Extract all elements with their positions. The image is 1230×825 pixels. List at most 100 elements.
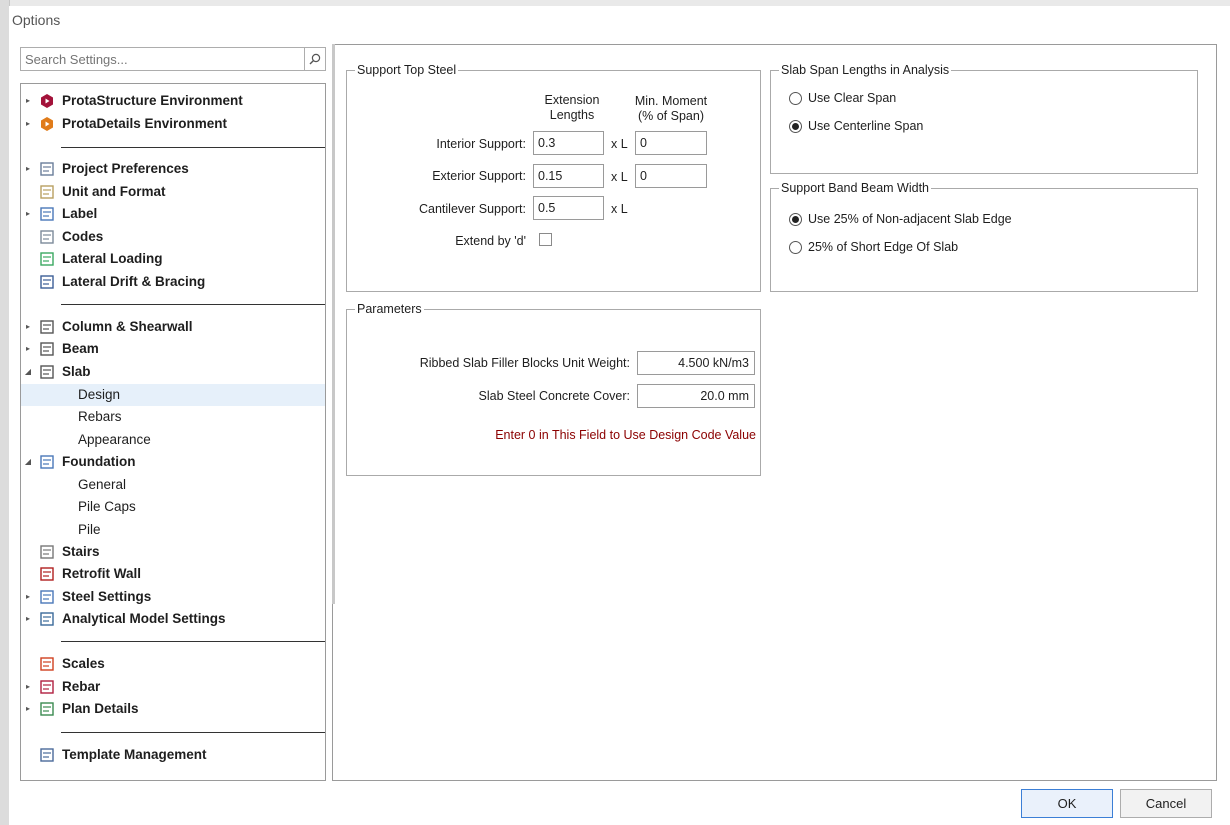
splitter[interactable]	[332, 44, 335, 604]
non-adjacent-edge-label[interactable]: Use 25% of Non-adjacent Slab Edge	[808, 212, 1012, 226]
tree-item-label: Lateral Drift & Bracing	[62, 274, 206, 289]
protastructure-icon	[39, 93, 55, 109]
group-legend: Parameters	[355, 302, 424, 316]
tree-item-label: Project Preferences	[62, 161, 189, 176]
interior-min-moment-field[interactable]: 0	[635, 131, 707, 155]
unit-format-icon	[39, 184, 55, 200]
expand-arrow-icon[interactable]: ▸	[23, 203, 33, 225]
rebar-icon	[39, 679, 55, 695]
clear-span-radio[interactable]	[789, 92, 802, 105]
foundation-icon	[39, 454, 55, 470]
tree-item-label: Stairs	[62, 544, 100, 559]
clear-span-label[interactable]: Use Clear Span	[808, 91, 896, 105]
slab-icon	[39, 364, 55, 380]
tree-item-label: Unit and Format	[62, 184, 166, 199]
plan-details-icon	[39, 701, 55, 717]
exterior-extension-field[interactable]: 0.15	[533, 164, 604, 188]
tree-item-label: ProtaStructure Environment	[62, 93, 243, 108]
analytical-model-icon	[39, 611, 55, 627]
tree-separator	[61, 304, 325, 305]
tree-item-label: Scales	[62, 656, 105, 671]
tree-item-label: Codes	[62, 229, 104, 244]
tree-item-label: Design	[78, 387, 121, 402]
preferences-icon	[39, 161, 55, 177]
group-legend: Slab Span Lengths in Analysis	[779, 63, 952, 77]
interior-unit: x L	[611, 137, 628, 151]
tree-item-label: General	[78, 477, 127, 492]
collapse-arrow-icon[interactable]: ◢	[23, 451, 33, 473]
tree-item-label: Beam	[62, 341, 99, 356]
centerline-span-radio[interactable]	[789, 120, 802, 133]
tree-item-label: Rebar	[62, 679, 101, 694]
column-icon	[39, 319, 55, 335]
filler-weight-field[interactable]: 4.500 kN/m3	[637, 351, 755, 375]
search-box	[20, 47, 326, 71]
extend-by-d-label: Extend by 'd'	[455, 234, 526, 248]
exterior-min-moment-field[interactable]: 0	[635, 164, 707, 188]
search-input[interactable]	[21, 49, 305, 69]
tree-item-label: Steel Settings	[62, 589, 152, 604]
tree-item-label: Label	[62, 206, 98, 221]
tree-item-label: Template Management	[62, 747, 207, 762]
tree-item-label: Pile Caps	[78, 499, 136, 514]
label-icon	[39, 206, 55, 222]
tree-item-label: Column & Shearwall	[62, 319, 193, 334]
scales-icon	[39, 656, 55, 672]
tree-item-label: Analytical Model Settings	[62, 611, 226, 626]
short-edge-label[interactable]: 25% of Short Edge Of Slab	[808, 240, 958, 254]
tree-separator	[61, 732, 325, 733]
cancel-button[interactable]: Cancel	[1120, 789, 1212, 818]
interior-extension-field[interactable]: 0.3	[533, 131, 604, 155]
collapse-arrow-icon[interactable]: ◢	[23, 361, 33, 383]
filler-weight-label: Ribbed Slab Filler Blocks Unit Weight:	[419, 356, 630, 370]
design-code-note: Enter 0 in This Field to Use Design Code…	[495, 428, 756, 442]
exterior-unit: x L	[611, 170, 628, 184]
search-icon	[309, 53, 321, 65]
expand-arrow-icon[interactable]: ▸	[23, 316, 33, 338]
extend-by-d-checkbox[interactable]	[539, 233, 552, 246]
expand-arrow-icon[interactable]: ▸	[23, 158, 33, 180]
concrete-cover-field[interactable]: 20.0 mm	[637, 384, 755, 408]
tree-item-label: Retrofit Wall	[62, 566, 141, 581]
cantilever-extension-field[interactable]: 0.5	[533, 196, 604, 220]
expand-arrow-icon[interactable]: ▸	[23, 90, 33, 112]
lateral-drift-icon	[39, 274, 55, 290]
tree-item-label: Lateral Loading	[62, 251, 163, 266]
tree-item-design[interactable]: Design	[21, 384, 325, 406]
tree-item-label: Foundation	[62, 454, 136, 469]
beam-icon	[39, 341, 55, 357]
tree-separator	[61, 641, 325, 642]
tree-item-label: Plan Details	[62, 701, 139, 716]
short-edge-radio[interactable]	[789, 241, 802, 254]
stairs-icon	[39, 544, 55, 560]
exterior-support-label: Exterior Support:	[432, 169, 526, 183]
centerline-span-label[interactable]: Use Centerline Span	[808, 119, 923, 133]
lateral-loading-icon	[39, 251, 55, 267]
retrofit-wall-icon	[39, 566, 55, 582]
group-legend: Support Band Beam Width	[779, 181, 931, 195]
codes-icon	[39, 229, 55, 245]
protadetails-icon	[39, 116, 55, 132]
extension-header-line1: Extension	[544, 93, 600, 107]
expand-arrow-icon[interactable]: ▸	[23, 113, 33, 135]
non-adjacent-edge-radio[interactable]	[789, 213, 802, 226]
expand-arrow-icon[interactable]: ▸	[23, 608, 33, 630]
steel-icon	[39, 589, 55, 605]
tree-separator	[61, 147, 325, 148]
settings-tree: ▸ ProtaStructure Environment ▸ ProtaDetails…	[20, 83, 326, 781]
expand-arrow-icon[interactable]: ▸	[23, 698, 33, 720]
ok-button[interactable]: OK	[1021, 789, 1113, 818]
search-button[interactable]	[304, 48, 325, 70]
tree-item-label: Slab	[62, 364, 91, 379]
interior-support-label: Interior Support:	[436, 137, 526, 151]
tree-item-label: Pile	[78, 522, 101, 537]
extension-header-line2: Lengths	[549, 108, 595, 122]
expand-arrow-icon[interactable]: ▸	[23, 338, 33, 360]
group-legend: Support Top Steel	[355, 63, 459, 77]
expand-arrow-icon[interactable]: ▸	[23, 586, 33, 608]
cantilever-support-label: Cantilever Support:	[418, 202, 526, 216]
min-moment-header-line2: (% of Span)	[637, 109, 704, 123]
tree-item-label: Rebars	[78, 409, 122, 424]
tree-item-label: Appearance	[78, 432, 151, 447]
expand-arrow-icon[interactable]: ▸	[23, 676, 33, 698]
